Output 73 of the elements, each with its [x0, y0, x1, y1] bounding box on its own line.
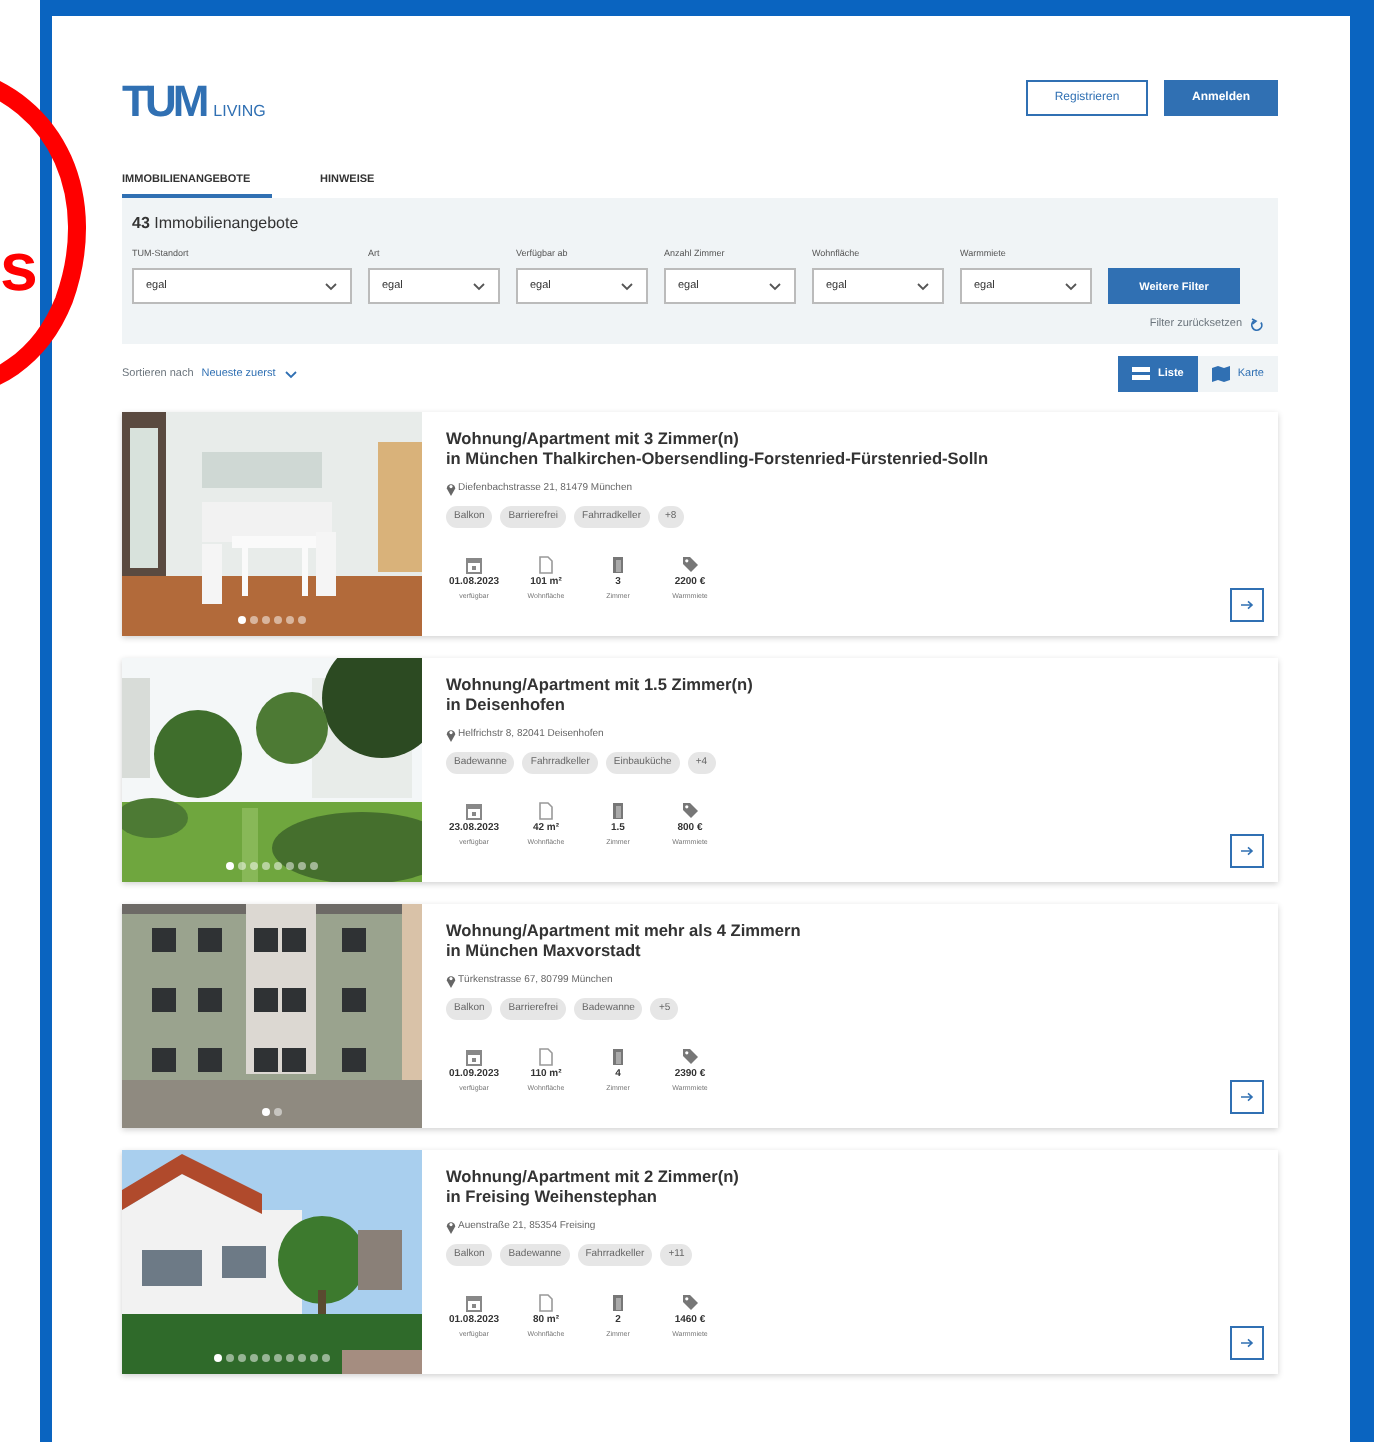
- carousel-dot[interactable]: [238, 1354, 246, 1363]
- caret-icon: [768, 281, 782, 291]
- caret-icon: [916, 281, 930, 291]
- list-icon: [1132, 366, 1150, 383]
- caret-icon: [324, 281, 338, 291]
- carousel-dot[interactable]: [250, 616, 258, 625]
- arrow-right-icon: [1240, 1092, 1254, 1103]
- arrow-right-icon: [1240, 1338, 1254, 1349]
- carousel-dot[interactable]: [298, 862, 306, 871]
- carousel-dot[interactable]: [274, 1354, 282, 1363]
- carousel-dot[interactable]: [262, 616, 270, 625]
- calendar-icon: [466, 802, 482, 821]
- logo-mark: TUM: [122, 80, 206, 124]
- arrow-right-icon: [1240, 600, 1254, 611]
- carousel-dot[interactable]: [226, 862, 234, 871]
- caret-icon: [620, 281, 634, 291]
- document-icon: [538, 1294, 554, 1313]
- door-icon: [610, 1048, 626, 1067]
- caret-icon: [472, 281, 486, 291]
- carousel-dot[interactable]: [274, 862, 282, 871]
- document-icon: [538, 802, 554, 821]
- calendar-icon: [466, 556, 482, 575]
- carousel-dot[interactable]: [286, 616, 294, 625]
- calendar-icon: [466, 1048, 482, 1067]
- carousel-dot[interactable]: [238, 616, 246, 625]
- carousel-dot[interactable]: [322, 1354, 330, 1363]
- listing-title[interactable]: Wohnung/Apartment mit 3 Zimmer(n) in München Thalkirchen-Obersendling-Forstenried-Fürstenried-Solln: [446, 430, 1264, 471]
- carousel-dot[interactable]: [238, 862, 246, 871]
- carousel-dot[interactable]: [214, 1354, 222, 1363]
- listing-title[interactable]: Wohnung/Apartment mit 2 Zimmer(n) in Freising Weihenstephan: [446, 1168, 1264, 1209]
- details-button[interactable]: [1230, 834, 1264, 869]
- listing-title[interactable]: Wohnung/Apartment mit mehr als 4 Zimmern in München Maxvorstadt: [446, 922, 1264, 963]
- caret-icon: [1064, 281, 1078, 291]
- details-button[interactable]: [1230, 1326, 1264, 1361]
- document-icon: [538, 1048, 554, 1067]
- door-icon: [610, 802, 626, 821]
- carousel-dot[interactable]: [274, 1108, 282, 1117]
- document-icon: [538, 556, 554, 575]
- carousel-dot[interactable]: [274, 616, 282, 625]
- annotation-text: s: [0, 234, 38, 302]
- door-icon: [610, 556, 626, 575]
- tag-icon: [682, 1294, 698, 1313]
- listing-title[interactable]: Wohnung/Apartment mit 1.5 Zimmer(n) in Deisenhofen: [446, 676, 1264, 717]
- tag-icon: [682, 1048, 698, 1067]
- location-pin-icon: [446, 728, 456, 743]
- carousel-dot[interactable]: [262, 1354, 270, 1363]
- carousel-dot[interactable]: [286, 1354, 294, 1363]
- carousel-dot[interactable]: [262, 1108, 270, 1117]
- carousel-dot[interactable]: [250, 862, 258, 871]
- carousel-dot[interactable]: [310, 862, 318, 871]
- details-button[interactable]: [1230, 588, 1264, 623]
- filter-heading: 43 Immobilienangebote: [132, 212, 301, 237]
- tag-icon: [682, 556, 698, 575]
- carousel-dot[interactable]: [298, 1354, 306, 1363]
- carousel-dot[interactable]: [310, 1354, 318, 1363]
- location-pin-icon: [446, 482, 456, 497]
- location-pin-icon: [446, 974, 456, 989]
- carousel-dot[interactable]: [286, 862, 294, 871]
- carousel-dot[interactable]: [226, 1354, 234, 1363]
- listing-card[interactable]: [122, 412, 1278, 637]
- door-icon: [610, 1294, 626, 1313]
- location-pin-icon: [446, 1220, 456, 1235]
- carousel-dot[interactable]: [250, 1354, 258, 1363]
- caret-icon: [283, 369, 298, 380]
- details-button[interactable]: [1230, 1080, 1264, 1115]
- carousel-dot[interactable]: [262, 862, 270, 871]
- map-icon: [1211, 366, 1230, 383]
- logo-text: LIVING: [213, 100, 266, 124]
- carousel-dot[interactable]: [298, 616, 306, 625]
- calendar-icon: [466, 1294, 482, 1313]
- reset-icon: [1250, 317, 1264, 332]
- tag-icon: [682, 802, 698, 821]
- arrow-right-icon: [1240, 846, 1254, 857]
